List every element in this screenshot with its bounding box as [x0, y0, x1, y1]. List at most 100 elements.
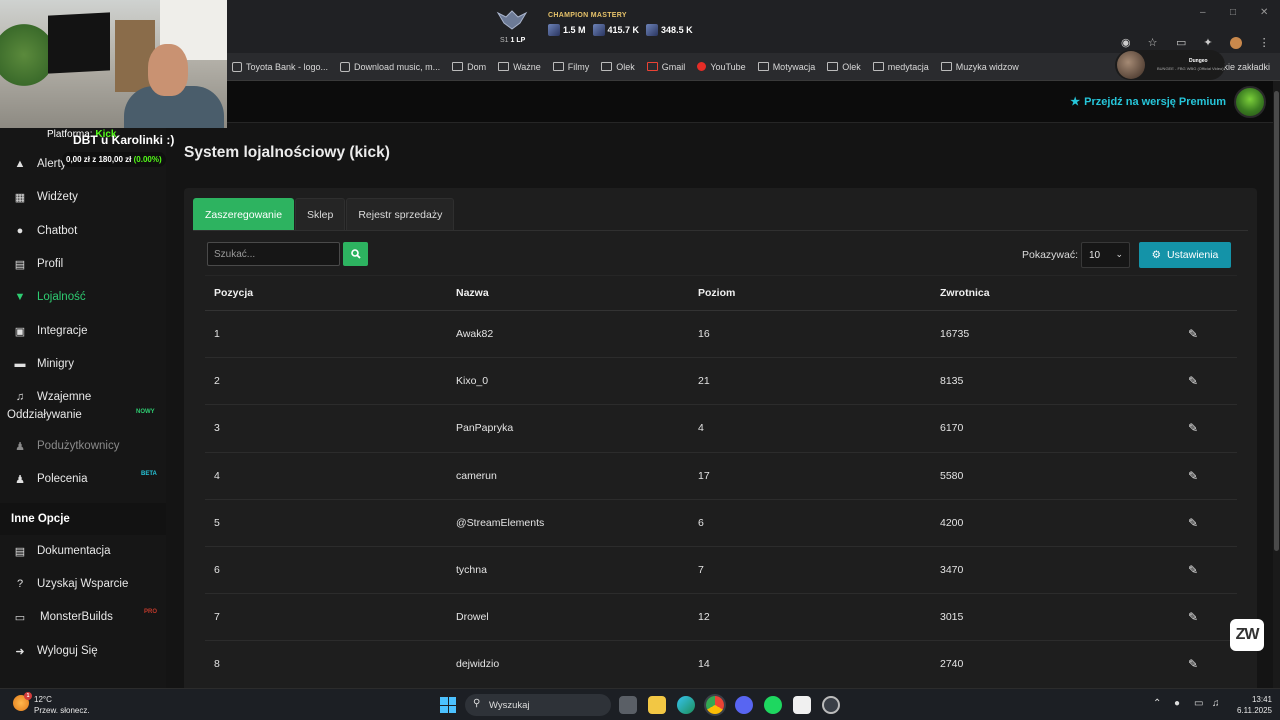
bookmark-item[interactable]: Gmail: [646, 62, 685, 72]
gears-icon: ⚙: [1151, 249, 1162, 261]
close-button[interactable]: ✕: [1260, 7, 1268, 18]
bookmark-item[interactable]: medytacja: [872, 62, 929, 72]
col-points[interactable]: Zwrotnica: [940, 287, 990, 299]
bookmark-item[interactable]: Muzyka widzow: [940, 62, 1019, 72]
sidebar-item-subusers[interactable]: ♟ Podużytkownicy: [0, 431, 166, 461]
youtube-icon: [697, 62, 707, 71]
col-name[interactable]: Nazwa: [456, 287, 489, 299]
page-size-select[interactable]: 10 ⌄: [1081, 242, 1130, 268]
star-icon[interactable]: ☆: [1148, 36, 1158, 49]
cell-name: dejwidzio: [456, 658, 500, 671]
col-level[interactable]: Poziom: [698, 287, 735, 299]
avatar: [1117, 51, 1145, 79]
sidebar-item-logout[interactable]: ➜ Wyloguj Się: [0, 636, 166, 666]
id-card-icon: ▤: [14, 258, 26, 271]
edit-pencil-icon[interactable]: ✎: [1188, 374, 1198, 388]
system-clock[interactable]: 13:41 6.11.2025: [1232, 694, 1272, 716]
profile-icon[interactable]: [1229, 37, 1242, 49]
tab-sales-log[interactable]: Rejestr sprzedaży: [346, 198, 455, 230]
windows-start-icon[interactable]: [440, 697, 456, 713]
bookmark-item[interactable]: Toyota Bank - logo...: [232, 61, 328, 72]
edge-icon[interactable]: [677, 696, 695, 714]
tab-bar: Zaszeregowanie Sklep Rejestr sprzedaży: [193, 198, 455, 230]
scrollbar[interactable]: [1273, 81, 1280, 688]
folder-icon: [552, 62, 564, 71]
sidebar-item-loyalty[interactable]: ▼ Lojalność: [0, 282, 166, 312]
bookmark-item[interactable]: Dom: [452, 62, 486, 72]
table-header: Pozycja Nazwa Poziom Zwrotnica: [205, 275, 1237, 311]
maximize-button[interactable]: □: [1230, 7, 1236, 18]
task-view-icon[interactable]: [619, 696, 637, 714]
edit-pencil-icon[interactable]: ✎: [1188, 421, 1198, 435]
bookmark-item[interactable]: YouTube: [697, 62, 746, 72]
sidebar-item-referrals[interactable]: ♟ Polecenia: [0, 464, 166, 494]
floating-widget-button[interactable]: ZW: [1230, 619, 1264, 651]
rank-label: S1 1 LP: [500, 37, 526, 44]
cell-name: Kixo_0: [456, 375, 489, 388]
cell-level: 17: [698, 469, 710, 482]
sidebar-item-support[interactable]: ? Uzyskaj Wsparcie: [0, 569, 166, 599]
sidebar-item-docs[interactable]: ▤ Dokumentacja: [0, 536, 166, 566]
premium-link[interactable]: ★ Przejdź na wersję Premium: [1070, 95, 1226, 109]
bookmark-item[interactable]: Filmy: [552, 62, 589, 72]
sidebar: ▲ Alerty ▦ Widżety ● Chatbot ▤ Profil ▼ …: [0, 128, 166, 688]
minimize-button[interactable]: –: [1200, 7, 1206, 18]
folder-icon: [601, 62, 613, 71]
col-position[interactable]: Pozycja: [214, 287, 253, 299]
bookmark-item[interactable]: Download music, m...: [340, 61, 440, 72]
edit-pencil-icon[interactable]: ✎: [1188, 516, 1198, 530]
cast-icon[interactable]: ▭: [1176, 36, 1186, 49]
edit-pencil-icon[interactable]: ✎: [1188, 610, 1198, 624]
edit-pencil-icon[interactable]: ✎: [1188, 657, 1198, 671]
bookmark-item[interactable]: Olek: [827, 62, 861, 72]
tab-shop[interactable]: Sklep: [295, 198, 346, 230]
cell-points: 3470: [940, 564, 964, 577]
edit-pencil-icon[interactable]: ✎: [1188, 327, 1198, 341]
network-icon[interactable]: ▭: [1194, 698, 1203, 709]
edit-pencil-icon[interactable]: ✎: [1188, 469, 1198, 483]
taskbar-search[interactable]: ⚲ Wyszukaj: [465, 694, 611, 716]
sidebar-item-profile[interactable]: ▤ Profil: [0, 249, 166, 279]
menu-icon[interactable]: ⋮: [1259, 36, 1270, 49]
sidebar-item-monsterbuilds[interactable]: ▭ MonsterBuilds: [0, 602, 166, 632]
cell-position: 2: [214, 375, 220, 388]
chrome-icon[interactable]: [706, 696, 724, 714]
champion-mastery-widget: S1 1 LP CHAMPION MASTERY 1.5 M 415.7 K 3…: [494, 4, 704, 48]
rank-crest-icon: [496, 10, 528, 30]
bookmark-item[interactable]: Ważne: [498, 62, 541, 72]
cell-points: 5580: [940, 469, 964, 482]
tray-chevron-icon[interactable]: ⌃: [1153, 698, 1161, 709]
file-explorer-icon[interactable]: [648, 696, 666, 714]
app-icon[interactable]: [793, 696, 811, 714]
sidebar-item-interaction-line2[interactable]: Oddziaływanie: [0, 400, 166, 430]
folder-icon: [757, 62, 769, 71]
cell-name: PanPapryka: [456, 422, 514, 435]
mastery-title: CHAMPION MASTERY: [548, 12, 627, 19]
sidebar-item-integrations[interactable]: ▣ Integracje: [0, 316, 166, 346]
section-title-other: Inne Opcje: [11, 513, 70, 525]
taskbar: 1 12°C Przew. słonecz. ⚲ Wyszukaj ⌃ ● ▭ ♫…: [0, 688, 1280, 720]
bookmark-item[interactable]: Olek: [601, 62, 635, 72]
sidebar-item-widgets[interactable]: ▦ Widżety: [0, 182, 166, 212]
folder-icon: [940, 62, 952, 71]
settings-button[interactable]: ⚙ Ustawienia: [1139, 242, 1231, 268]
other-bookmarks[interactable]: kie zakładki: [1223, 62, 1270, 72]
cell-position: 1: [214, 328, 220, 341]
eye-off-icon[interactable]: ◉: [1121, 36, 1131, 49]
sidebar-item-minigames[interactable]: ▬ Minigry: [0, 349, 166, 379]
bookmark-item[interactable]: Motywacja: [757, 62, 815, 72]
search-button[interactable]: [343, 242, 368, 266]
tab-ranking[interactable]: Zaszeregowanie: [193, 198, 295, 230]
microphone-icon[interactable]: ●: [1174, 698, 1180, 709]
extensions-icon[interactable]: ✦: [1203, 36, 1212, 49]
sidebar-item-chatbot[interactable]: ● Chatbot: [0, 216, 166, 246]
obs-icon[interactable]: [822, 696, 840, 714]
discord-icon[interactable]: [735, 696, 753, 714]
search-input[interactable]: [207, 242, 340, 266]
edit-pencil-icon[interactable]: ✎: [1188, 563, 1198, 577]
volume-icon[interactable]: ♫: [1212, 698, 1220, 709]
spotify-icon[interactable]: [764, 696, 782, 714]
user-avatar[interactable]: [1234, 86, 1266, 118]
cell-position: 5: [214, 516, 220, 529]
cell-position: 7: [214, 611, 220, 624]
